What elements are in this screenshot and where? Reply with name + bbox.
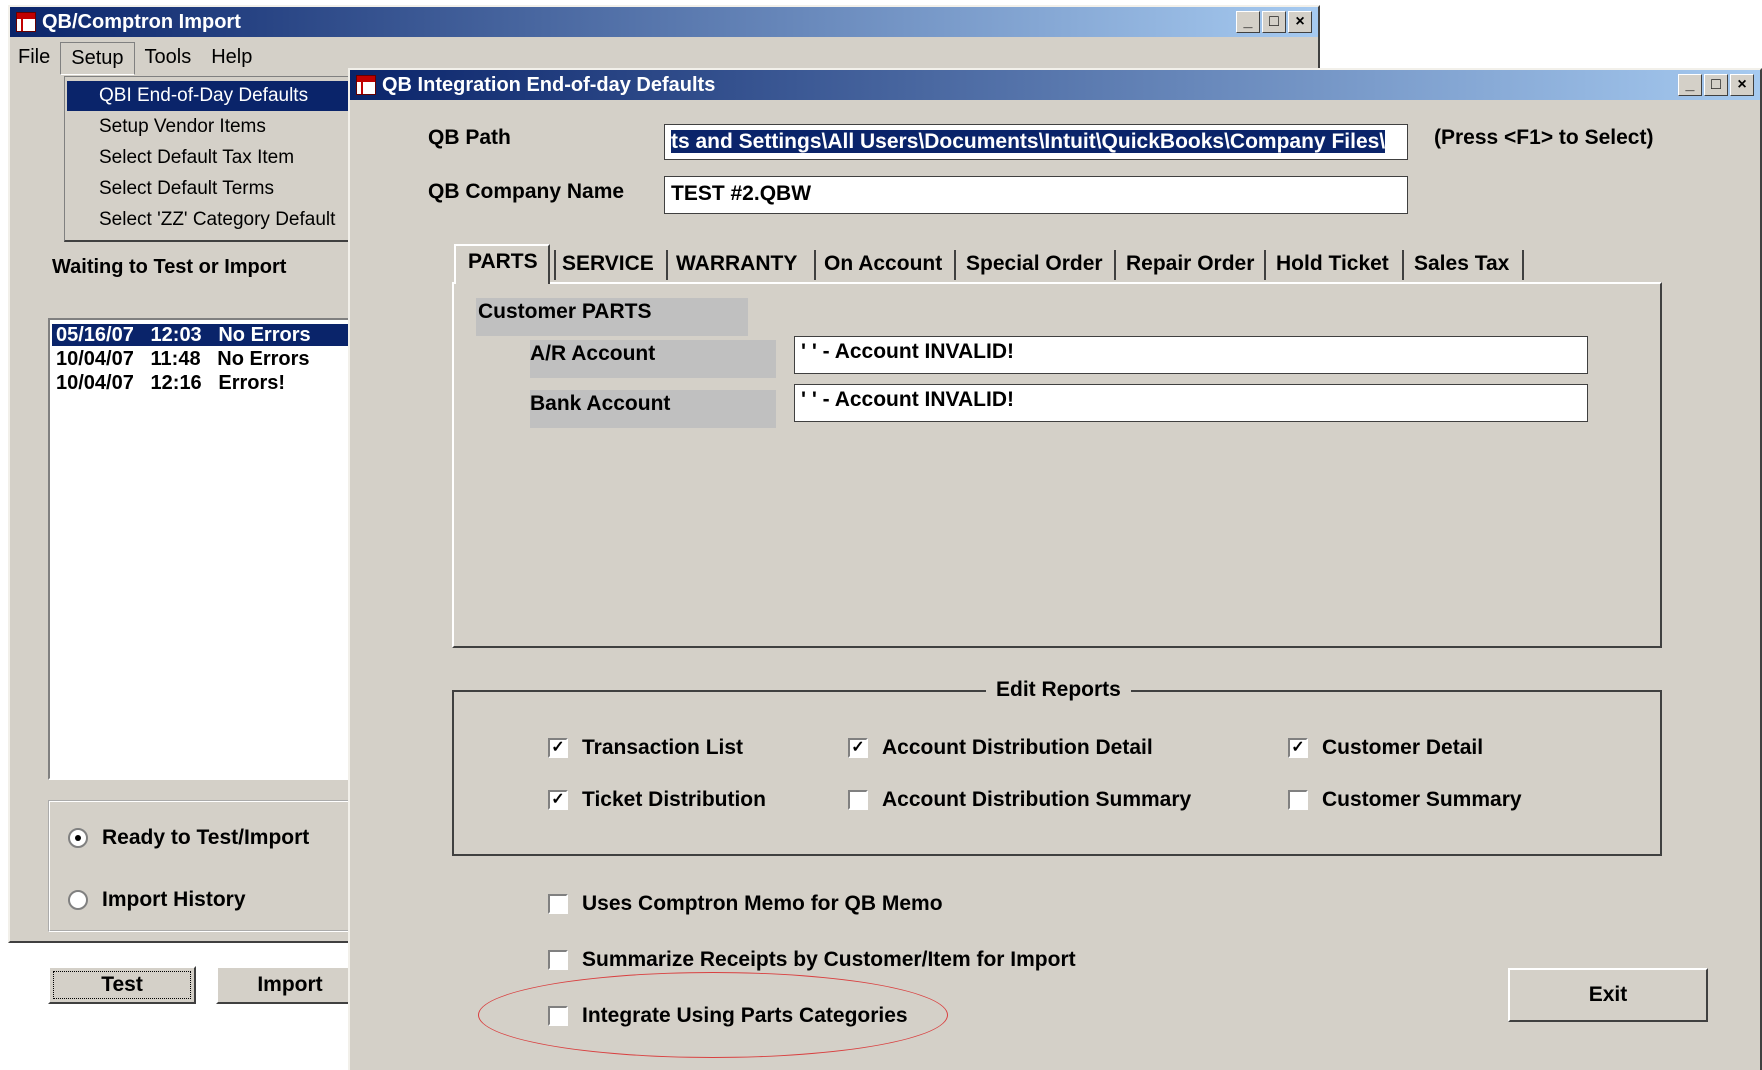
radio-history[interactable]	[68, 890, 88, 910]
dialog-maximize-icon[interactable]: □	[1704, 74, 1728, 96]
setup-dropdown: QBI End-of-Day Defaults Setup Vendor Ite…	[64, 76, 364, 242]
checkbox-account-distribution-detail[interactable]: ✓	[848, 738, 868, 758]
dialog-close-icon[interactable]: ×	[1730, 74, 1754, 96]
radio-history-label: Import History	[102, 888, 246, 911]
dialog-minimize-icon[interactable]: _	[1678, 74, 1702, 96]
menu-file[interactable]: File	[8, 42, 60, 75]
bank-label: Bank Account	[530, 392, 671, 415]
minimize-icon[interactable]: _	[1236, 11, 1260, 33]
uses-comptron-memo-label: Uses Comptron Memo for QB Memo	[582, 892, 943, 915]
tab-on-account[interactable]: On Account	[818, 248, 948, 280]
tab-separator	[1402, 250, 1404, 280]
qb-path-hint: (Press <F1> to Select)	[1434, 126, 1654, 149]
app-icon	[16, 12, 36, 32]
status-label: Waiting to Test or Import	[52, 256, 287, 278]
checkbox-transaction-list[interactable]: ✓	[548, 738, 568, 758]
checkbox-customer-detail[interactable]: ✓	[1288, 738, 1308, 758]
menubar: File Setup Tools Help	[8, 42, 262, 75]
summarize-receipts-label: Summarize Receipts by Customer/Item for …	[582, 948, 1076, 971]
menu-item-qbi-defaults[interactable]: QBI End-of-Day Defaults	[67, 81, 360, 111]
exit-button[interactable]: Exit	[1508, 968, 1708, 1022]
close-icon[interactable]: ×	[1288, 11, 1312, 33]
edit-reports-title: Edit Reports	[986, 678, 1131, 702]
menu-help[interactable]: Help	[201, 42, 262, 75]
checkbox-account-distribution-summary[interactable]	[848, 790, 868, 810]
checkbox-ticket-distribution[interactable]: ✓	[548, 790, 568, 810]
menu-tools[interactable]: Tools	[135, 42, 202, 75]
tab-sales-tax[interactable]: Sales Tax	[1408, 248, 1515, 280]
maximize-icon[interactable]: □	[1262, 11, 1286, 33]
tab-separator	[1114, 250, 1116, 280]
tab-separator	[666, 250, 668, 280]
tab-separator	[954, 250, 956, 280]
import-button[interactable]: Import	[216, 966, 364, 1004]
main-window-title: QB/Comptron Import	[42, 10, 241, 33]
main-titlebar[interactable]: QB/Comptron Import _ □ ×	[10, 7, 1318, 37]
tab-special-order[interactable]: Special Order	[960, 248, 1109, 280]
tab-repair-order[interactable]: Repair Order	[1120, 248, 1260, 280]
menu-item-tax-item[interactable]: Select Default Tax Item	[67, 143, 360, 173]
menu-item-default-terms[interactable]: Select Default Terms	[67, 174, 360, 204]
ar-account-input[interactable]: ' ' - Account INVALID!	[794, 336, 1588, 374]
section-title: Customer PARTS	[478, 300, 652, 323]
checkbox-uses-comptron-memo[interactable]	[548, 894, 568, 914]
ar-label: A/R Account	[530, 342, 656, 365]
tab-hold-ticket[interactable]: Hold Ticket	[1270, 248, 1395, 280]
account-distribution-summary-label: Account Distribution Summary	[882, 788, 1192, 811]
transaction-list-label: Transaction List	[582, 736, 744, 759]
qb-path-input[interactable]: ts and Settings\All Users\Documents\Intu…	[664, 124, 1408, 160]
menu-item-vendor-items[interactable]: Setup Vendor Items	[67, 112, 360, 142]
dialog-app-icon	[356, 75, 376, 95]
annotation-ellipse	[478, 972, 948, 1058]
account-distribution-detail-label: Account Distribution Detail	[882, 736, 1153, 759]
dialog-title: QB Integration End-of-day Defaults	[382, 73, 716, 96]
checkbox-customer-summary[interactable]	[1288, 790, 1308, 810]
checkbox-summarize-receipts[interactable]	[548, 950, 568, 970]
history-list[interactable]: 05/16/07 12:03 No Errors 10/04/07 11:48 …	[48, 318, 376, 780]
history-row[interactable]: 10/04/07 11:48 No Errors	[52, 348, 310, 371]
bank-account-input[interactable]: ' ' - Account INVALID!	[794, 384, 1588, 422]
history-row[interactable]: 05/16/07 12:03 No Errors	[52, 324, 376, 346]
qb-path-label: QB Path	[428, 126, 511, 149]
dialog-titlebar[interactable]: QB Integration End-of-day Defaults _ □ ×	[350, 70, 1760, 100]
tab-warranty[interactable]: WARRANTY	[670, 248, 803, 280]
menu-item-zz-category[interactable]: Select 'ZZ' Category Default	[67, 205, 360, 235]
ticket-distribution-label: Ticket Distribution	[582, 788, 766, 811]
company-label: QB Company Name	[428, 180, 625, 203]
menu-setup[interactable]: Setup	[60, 42, 135, 75]
customer-detail-label: Customer Detail	[1322, 736, 1484, 759]
tab-parts[interactable]: PARTS	[462, 246, 544, 278]
radio-ready-label: Ready to Test/Import	[102, 826, 310, 849]
radio-ready[interactable]	[68, 828, 88, 848]
test-button[interactable]: Test	[48, 966, 196, 1004]
customer-summary-label: Customer Summary	[1322, 788, 1522, 811]
tab-separator	[1522, 250, 1524, 280]
edit-reports-group	[452, 690, 1662, 856]
tab-service[interactable]: SERVICE	[556, 248, 660, 280]
mode-group	[48, 800, 368, 932]
tab-separator	[814, 250, 816, 280]
history-row[interactable]: 10/04/07 12:16 Errors!	[52, 372, 285, 395]
tab-separator	[1264, 250, 1266, 280]
company-input[interactable]: TEST #2.QBW	[664, 176, 1408, 214]
